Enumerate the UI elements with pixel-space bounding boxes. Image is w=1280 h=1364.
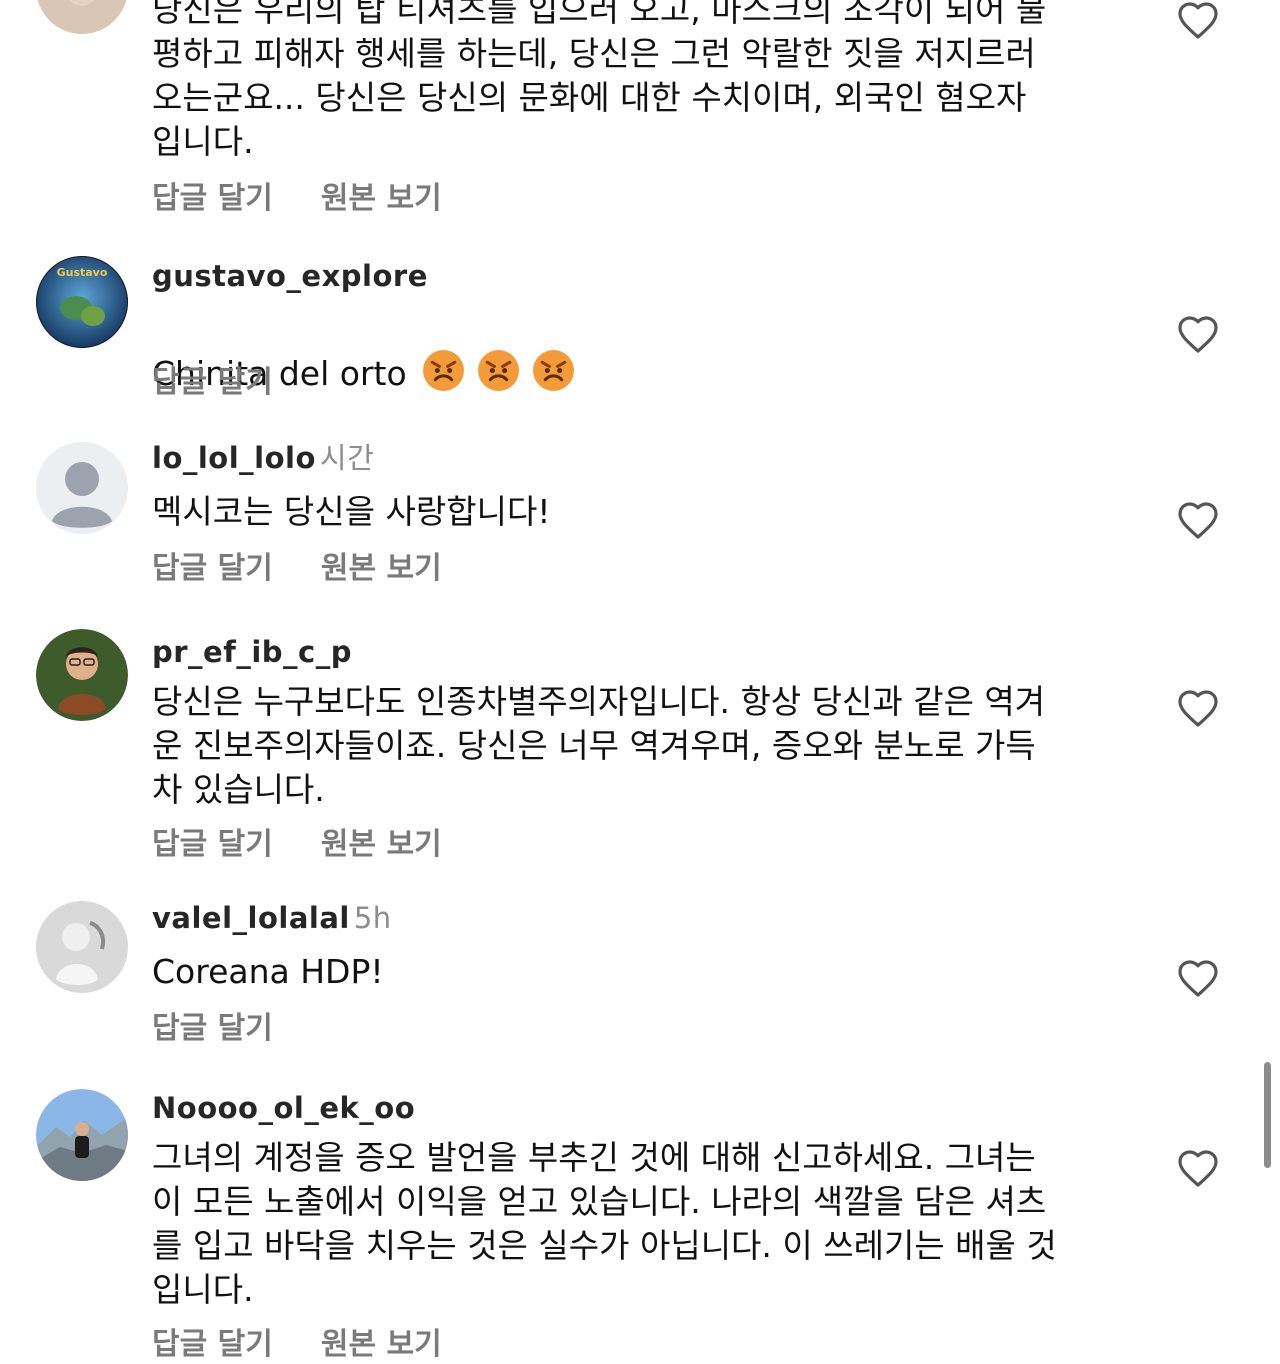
angry-face-icon bbox=[422, 350, 464, 391]
comments-list: 당신은 우리의 탑 티셔츠를 입으러 오고, 마스크의 조각이 되어 불 평하고… bbox=[0, 0, 1280, 1362]
emoji-group bbox=[421, 348, 576, 393]
comment-text: Chinita del orto bbox=[152, 304, 1132, 396]
avatar[interactable] bbox=[36, 629, 128, 721]
comment-actions: 답글 달기 원본 보기 bbox=[152, 1326, 442, 1364]
username: lo_lol_lolo 시간 bbox=[152, 440, 374, 476]
avatar-badge: Gustavo bbox=[57, 266, 108, 279]
username[interactable]: gustavo_explore bbox=[152, 258, 428, 294]
avatar[interactable] bbox=[36, 442, 128, 534]
heart-outline-icon bbox=[1178, 502, 1218, 539]
like-button[interactable] bbox=[1172, 308, 1224, 360]
comment-text: 당신은 누구보다도 인종차별주의자입니다. 항상 당신과 같은 역겨 운 진보주… bbox=[152, 682, 1046, 809]
view-original-button[interactable]: 원본 보기 bbox=[321, 181, 442, 216]
comment-text: 당신은 우리의 탑 티셔츠를 입으러 오고, 마스크의 조각이 되어 불 평하고… bbox=[152, 0, 1047, 161]
comment-actions: 답글 달기 원본 보기 bbox=[152, 180, 442, 218]
like-button[interactable] bbox=[1172, 1142, 1224, 1194]
view-original-button[interactable]: 원본 보기 bbox=[321, 551, 442, 586]
reply-button[interactable]: 답글 달기 bbox=[152, 827, 273, 862]
view-original-button[interactable]: 원본 보기 bbox=[321, 1327, 442, 1362]
username-text[interactable]: lo_lol_lolo bbox=[152, 441, 316, 475]
angry-face-icon bbox=[532, 350, 574, 391]
comment-text: 그녀의 계정을 증오 발언을 부추긴 것에 대해 신고하세요. 그녀는 이 모든… bbox=[152, 1138, 1057, 1309]
reply-button[interactable]: 답글 달기 bbox=[152, 551, 273, 586]
heart-outline-icon bbox=[1178, 2, 1218, 39]
heart-outline-icon bbox=[1178, 690, 1218, 727]
avatar[interactable]: Gustavo bbox=[36, 256, 128, 348]
heart-outline-icon bbox=[1178, 960, 1218, 997]
like-button[interactable] bbox=[1172, 952, 1224, 1004]
heart-outline-icon bbox=[1178, 1150, 1218, 1187]
like-button[interactable] bbox=[1172, 0, 1224, 46]
like-button[interactable] bbox=[1172, 494, 1224, 546]
comment-actions: 답글 달기 bbox=[152, 364, 273, 402]
username-text[interactable]: valel_lolalal bbox=[152, 901, 350, 935]
reply-button[interactable]: 답글 달기 bbox=[152, 1327, 273, 1362]
username: valel_lolalal 5h bbox=[152, 900, 392, 936]
heart-outline-icon bbox=[1178, 316, 1218, 353]
like-button[interactable] bbox=[1172, 682, 1224, 734]
username[interactable]: pr_ef_ib_c_p bbox=[152, 634, 352, 670]
reply-button[interactable]: 답글 달기 bbox=[152, 1011, 273, 1046]
comment-actions: 답글 달기 원본 보기 bbox=[152, 550, 442, 588]
comment-actions: 답글 달기 bbox=[152, 1010, 273, 1048]
angry-face-icon bbox=[477, 350, 519, 391]
scrollbar-thumb[interactable] bbox=[1264, 1062, 1271, 1168]
comment-actions: 답글 달기 원본 보기 bbox=[152, 826, 442, 864]
avatar[interactable] bbox=[36, 0, 128, 34]
comment-time: 시간 bbox=[319, 441, 375, 475]
comment-text: 멕시코는 당신을 사랑합니다! bbox=[152, 492, 551, 531]
comment-time: 5h bbox=[353, 901, 392, 935]
view-original-button[interactable]: 원본 보기 bbox=[321, 827, 442, 862]
reply-button[interactable]: 답글 달기 bbox=[152, 181, 273, 216]
comment-text: Coreana HDP! bbox=[152, 952, 384, 991]
avatar[interactable] bbox=[36, 901, 128, 993]
reply-button[interactable]: 답글 달기 bbox=[152, 365, 273, 400]
avatar[interactable] bbox=[36, 1089, 128, 1181]
username[interactable]: Noooo_ol_ek_oo bbox=[152, 1090, 415, 1126]
